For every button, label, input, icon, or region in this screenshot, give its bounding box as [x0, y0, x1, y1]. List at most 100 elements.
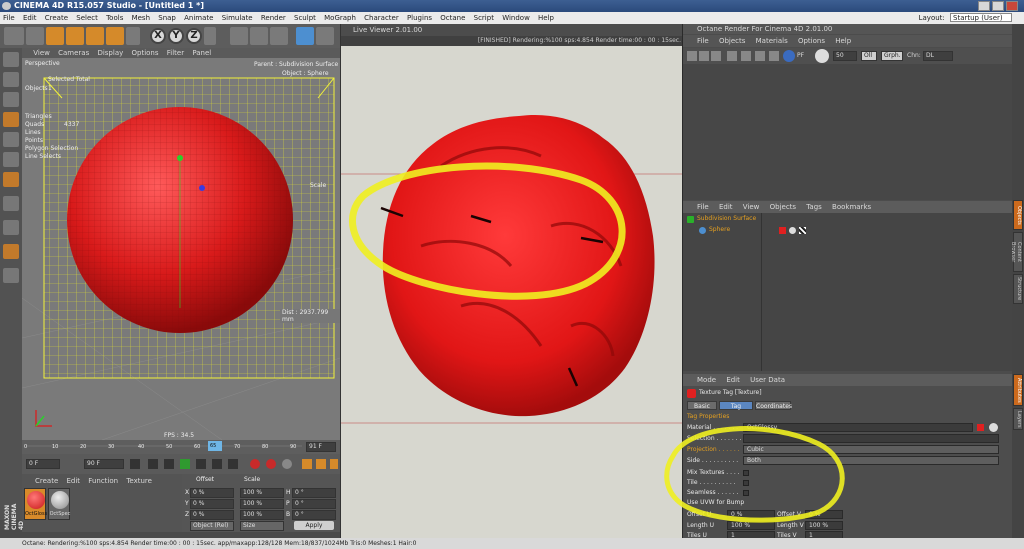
record-icon[interactable] [250, 459, 260, 469]
octane-settings-icon[interactable] [741, 51, 751, 61]
menu-render[interactable]: Render [258, 12, 289, 24]
render-settings-icon[interactable] [270, 27, 288, 45]
autokey-icon[interactable] [266, 459, 276, 469]
undo-icon[interactable] [4, 27, 24, 45]
material-octspec[interactable]: OctSpec [48, 488, 70, 520]
obj-menu-objects[interactable]: Objects [766, 201, 800, 213]
menu-animate[interactable]: Animate [181, 12, 216, 24]
octane-pause-icon[interactable] [699, 51, 709, 61]
menu-edit[interactable]: Edit [20, 12, 40, 24]
keyframe-selection-icon[interactable] [282, 459, 292, 469]
mat-menu-texture[interactable]: Texture [123, 477, 155, 485]
model-mode-icon[interactable] [3, 72, 19, 87]
octane-oll-button[interactable]: Oll [861, 51, 877, 61]
close-button[interactable] [1006, 1, 1018, 11]
coords-mode-dropdown[interactable]: Object (Rel) [190, 521, 234, 531]
menu-create[interactable]: Create [42, 12, 71, 24]
menu-plugins[interactable]: Plugins [404, 12, 435, 24]
coordinate-system-icon[interactable] [204, 27, 216, 45]
material-link-icon[interactable] [977, 424, 984, 431]
obj-menu-edit[interactable]: Edit [715, 201, 737, 213]
snap-icon[interactable] [3, 244, 19, 259]
attr-menu-user-data[interactable]: User Data [746, 374, 789, 386]
octane-value-field[interactable]: 50 [833, 51, 857, 61]
max-frame-field[interactable]: 90 F [84, 459, 124, 469]
select-icon[interactable] [26, 27, 44, 45]
coord-b-field[interactable]: 0 ° [292, 510, 336, 520]
apply-button[interactable]: Apply [294, 521, 334, 530]
attr-menu-edit[interactable]: Edit [722, 374, 744, 386]
menu-snap[interactable]: Snap [155, 12, 179, 24]
attr-menu-mode[interactable]: Mode [693, 374, 720, 386]
octane-menu-help[interactable]: Help [831, 35, 855, 47]
goto-end-icon[interactable] [228, 459, 238, 469]
vp-menu-view[interactable]: View [30, 48, 53, 58]
octane-menu-materials[interactable]: Materials [752, 35, 792, 47]
octane-material-picker-icon[interactable] [783, 50, 795, 62]
vp-menu-panel[interactable]: Panel [189, 48, 214, 58]
z-axis-lock-button[interactable]: Z [186, 28, 202, 44]
octane-tag-icon[interactable] [789, 227, 796, 234]
render-view-icon[interactable] [230, 27, 248, 45]
obj-menu-file[interactable]: File [693, 201, 713, 213]
mat-menu-edit[interactable]: Edit [64, 477, 84, 485]
next-key-icon[interactable] [212, 459, 222, 469]
scale-key-icon[interactable] [316, 459, 326, 469]
tweak-mode-icon[interactable] [3, 220, 19, 235]
coords-size-dropdown[interactable]: Size [240, 521, 284, 531]
octane-menu-objects[interactable]: Objects [715, 35, 749, 47]
polygons-mode-icon[interactable] [3, 172, 19, 187]
tab-tag[interactable]: Tag [719, 401, 753, 410]
workplane-mode-icon[interactable] [3, 112, 19, 127]
octane-menu-options[interactable]: Options [794, 35, 829, 47]
obj-menu-tags[interactable]: Tags [802, 201, 826, 213]
vp-menu-options[interactable]: Options [129, 48, 162, 58]
timeline-end-field[interactable]: 91 F [306, 442, 336, 452]
next-frame-icon[interactable] [196, 459, 206, 469]
prev-frame-icon[interactable] [164, 459, 174, 469]
coord-z-scale[interactable]: 100 % [240, 510, 284, 520]
menu-octane[interactable]: Octane [437, 12, 468, 24]
material-octgloss[interactable]: OctGloss [24, 488, 47, 520]
x-axis-lock-button[interactable]: X [150, 28, 166, 44]
tab-coordinates[interactable]: Coordinates [755, 401, 792, 410]
tab-basic[interactable]: Basic [687, 401, 717, 410]
workplane-icon[interactable] [3, 268, 19, 283]
menu-help[interactable]: Help [535, 12, 557, 24]
edges-mode-icon[interactable] [3, 152, 19, 167]
mat-menu-create[interactable]: Create [32, 477, 61, 485]
octane-restart-icon[interactable] [687, 51, 697, 61]
obj-menu-bookmarks[interactable]: Bookmarks [828, 201, 875, 213]
octane-clay-icon[interactable] [815, 49, 829, 63]
octane-focus-icon[interactable] [769, 51, 779, 61]
coord-y-scale[interactable]: 100 % [240, 499, 284, 509]
frame-field[interactable]: 0 F [26, 459, 60, 469]
menu-file[interactable]: File [0, 12, 18, 24]
scale-icon[interactable] [66, 27, 84, 45]
maximize-button[interactable] [992, 1, 1004, 11]
menu-mesh[interactable]: Mesh [129, 12, 153, 24]
octane-stop-icon[interactable] [711, 51, 721, 61]
coord-h-field[interactable]: 0 ° [292, 488, 336, 498]
menu-character[interactable]: Character [361, 12, 402, 24]
texture-mode-icon[interactable] [3, 92, 19, 107]
octane-channel-dropdown[interactable]: DL [923, 51, 953, 61]
octane-graph-button[interactable]: Grph. [881, 51, 903, 61]
spline-pen-icon[interactable] [316, 27, 334, 45]
menu-window[interactable]: Window [499, 12, 533, 24]
material-clear-icon[interactable] [989, 423, 998, 432]
minimize-button[interactable] [978, 1, 990, 11]
prev-key-icon[interactable] [148, 459, 158, 469]
coord-p-field[interactable]: 0 ° [292, 499, 336, 509]
menu-sculpt[interactable]: Sculpt [291, 12, 319, 24]
enable-axis-icon[interactable] [3, 196, 19, 211]
rotate-icon[interactable] [86, 27, 104, 45]
tab-content-browser[interactable]: Content Browser [1010, 232, 1023, 272]
coord-z-offset[interactable]: 0 % [190, 510, 234, 520]
cube-primitive-icon[interactable] [296, 27, 314, 45]
menu-select[interactable]: Select [73, 12, 101, 24]
y-axis-lock-button[interactable]: Y [168, 28, 184, 44]
vp-menu-cameras[interactable]: Cameras [55, 48, 92, 58]
menu-simulate[interactable]: Simulate [219, 12, 256, 24]
make-editable-icon[interactable] [3, 52, 19, 67]
